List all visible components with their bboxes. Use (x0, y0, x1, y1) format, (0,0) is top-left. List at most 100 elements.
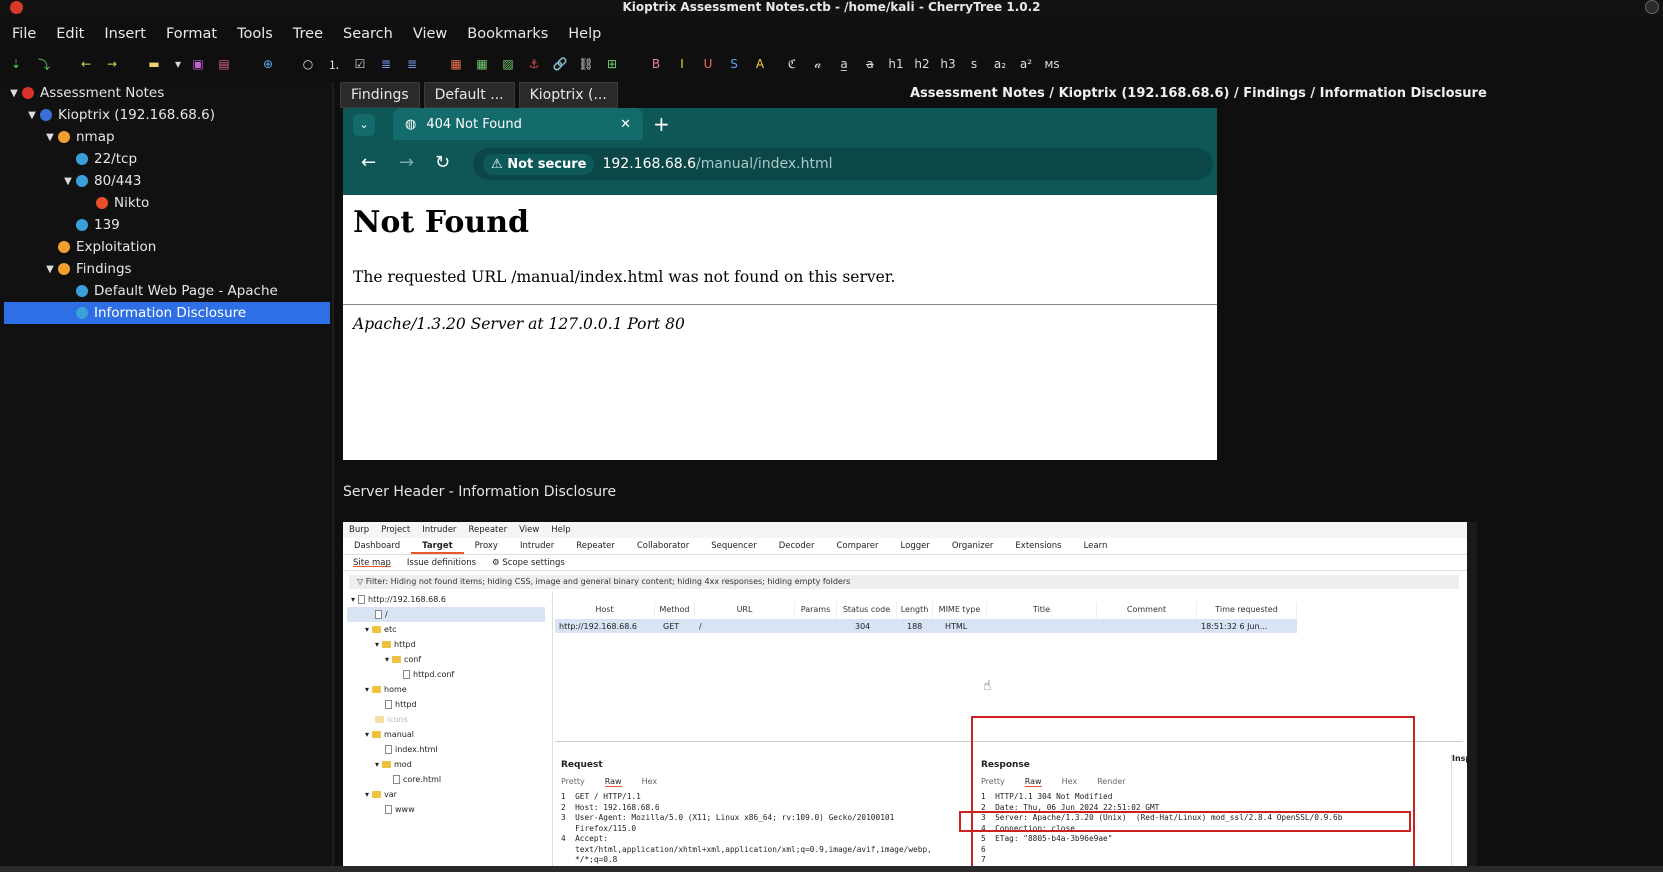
view-tab-active: Raw (604, 777, 622, 787)
remove-link-icon[interactable]: ⛓ (578, 56, 594, 72)
tree-node-nikto[interactable]: Nikto (96, 192, 149, 214)
expander-icon[interactable]: ▼ (24, 110, 40, 121)
site-tree-item: core.html (393, 772, 441, 787)
add-node-icon[interactable]: ⇣ (8, 56, 24, 72)
tree-node-default-web-page[interactable]: Default Web Page - Apache (76, 280, 278, 302)
tree-node-80-443[interactable]: ▼ 80/443 (60, 170, 142, 192)
tree-node-kioptrix[interactable]: ▼ Kioptrix (192.168.68.6) (24, 104, 215, 126)
heading3-icon[interactable]: h3 (940, 56, 956, 72)
site-tree-label: www (395, 805, 415, 814)
find-icon[interactable]: ⊕ (260, 56, 276, 72)
table-cell: 304 (855, 622, 871, 631)
menu-insert[interactable]: Insert (92, 22, 154, 46)
underline-icon[interactable]: U (700, 56, 716, 72)
unindent-icon[interactable]: ≣ (404, 56, 420, 72)
tab-findings[interactable]: Findings (340, 82, 420, 108)
save-icon[interactable]: ▣ (190, 56, 206, 72)
insert-toc-icon[interactable]: ⊞ (604, 56, 620, 72)
tree-node-nmap[interactable]: ▼ nmap (42, 126, 114, 148)
filter-text: Filter: Hiding not found items; hiding C… (365, 577, 851, 586)
subscript-icon[interactable]: a̶ (862, 56, 878, 72)
node-icon (96, 197, 108, 209)
subscript2-icon[interactable]: a₂ (992, 56, 1008, 72)
insert-codebox-icon[interactable]: ▨ (500, 56, 516, 72)
expander-icon[interactable]: ▼ (42, 264, 58, 275)
node-label: Default Web Page - Apache (94, 283, 278, 299)
request-title: Request (561, 760, 603, 770)
menu-help[interactable]: Help (556, 22, 609, 46)
site-tree-label: manual (384, 730, 414, 739)
menu-format[interactable]: Format (154, 22, 225, 46)
tree-node-139[interactable]: 139 (76, 214, 120, 236)
insert-anchor-icon[interactable]: ⚓ (526, 56, 542, 72)
superscript-icon[interactable]: a̲ (836, 56, 852, 72)
menu-tree[interactable]: Tree (281, 22, 331, 46)
monospace-icon[interactable]: ℭ (784, 56, 800, 72)
menu-bookmarks[interactable]: Bookmarks (455, 22, 556, 46)
tab-kioptrix[interactable]: Kioptrix (... (518, 82, 618, 108)
strikethrough-icon[interactable]: S (726, 56, 742, 72)
export-icon[interactable]: ▤ (216, 56, 232, 72)
site-tree-label: httpd (395, 700, 417, 709)
col-header: Title (987, 602, 1097, 618)
burp-site-tree: ▾ http://192.168.68.6 / ▾ etc ▾ httpd ▾ conf… (347, 592, 553, 866)
indent-icon[interactable]: ≣ (378, 56, 394, 72)
file-icon (375, 610, 382, 619)
menu-file[interactable]: File (0, 22, 44, 46)
menu-edit[interactable]: Edit (44, 22, 92, 46)
site-tree-label: mod (394, 760, 412, 769)
menu-search[interactable]: Search (331, 22, 401, 46)
go-back-icon[interactable]: ← (78, 56, 94, 72)
tab-default[interactable]: Default ... (423, 82, 515, 108)
filter-icon: ▽ (357, 577, 366, 586)
open-folder-icon[interactable]: ▬ (146, 56, 162, 72)
folder-icon (382, 761, 392, 768)
insert-link-icon[interactable]: 🔗 (552, 56, 568, 72)
highlight-icon[interactable]: A (752, 56, 768, 72)
page-divider (343, 304, 1217, 305)
insert-image-icon[interactable]: ▦ (448, 56, 464, 72)
tree-node-information-disclosure[interactable]: Information Disclosure (4, 302, 330, 324)
dropdown-icon[interactable]: ▾ (170, 56, 186, 72)
window-close-button[interactable] (1645, 0, 1659, 14)
address-bar: ⚠ Not secure 192.168.68.6/manual/index.h… (473, 148, 1213, 180)
expander-icon[interactable]: ▼ (60, 176, 76, 187)
file-icon (385, 700, 392, 709)
tree-node-22tcp[interactable]: 22/tcp (76, 148, 137, 170)
site-tree-label: http://192.168.68.6 (368, 595, 446, 604)
italic-icon[interactable]: I (674, 56, 690, 72)
mono-text-icon[interactable]: ᴍs (1044, 56, 1060, 72)
burp-subtab-scope: ⚙ Scope settings (492, 558, 565, 568)
heading2-icon[interactable]: h2 (914, 56, 930, 72)
inspector-label: Insp (1452, 754, 1467, 763)
tree-node-findings[interactable]: ▼ Findings (42, 258, 131, 280)
file-icon (403, 670, 410, 679)
node-icon (76, 307, 88, 319)
node-label: Information Disclosure (94, 305, 247, 321)
tree-node-assessment-notes[interactable]: ▼ Assessment Notes (6, 82, 164, 104)
expander-icon[interactable]: ▼ (42, 132, 58, 143)
burp-tab: Decoder (778, 541, 815, 551)
small-text-icon[interactable]: 𝒶 (810, 56, 826, 72)
pane-divider[interactable] (332, 82, 334, 872)
cherrytree-app-icon (10, 1, 23, 14)
bold-icon[interactable]: B (648, 56, 664, 72)
site-tree-item: www (385, 802, 415, 817)
node-label: 80/443 (94, 173, 142, 189)
browser-tab-title: 404 Not Found (426, 116, 522, 132)
menu-view[interactable]: View (401, 22, 455, 46)
numbered-list-icon[interactable]: ⒈ (326, 56, 342, 72)
site-tree-item: httpd.conf (403, 667, 454, 682)
tree-node-exploitation[interactable]: Exploitation (58, 236, 156, 258)
todo-list-icon[interactable]: ☑ (352, 56, 368, 72)
heading1-icon[interactable]: h1 (888, 56, 904, 72)
small-icon[interactable]: s (966, 56, 982, 72)
expander-icon[interactable]: ▼ (6, 88, 22, 99)
go-forward-icon[interactable]: → (104, 56, 120, 72)
superscript2-icon[interactable]: a² (1018, 56, 1034, 72)
bullet-list-icon[interactable]: ○ (300, 56, 316, 72)
burp-menu-item: Burp (349, 525, 370, 535)
menu-tools[interactable]: Tools (225, 22, 281, 46)
add-subnode-icon[interactable]: ⤵ (36, 56, 52, 72)
insert-table-icon[interactable]: ▦ (474, 56, 490, 72)
